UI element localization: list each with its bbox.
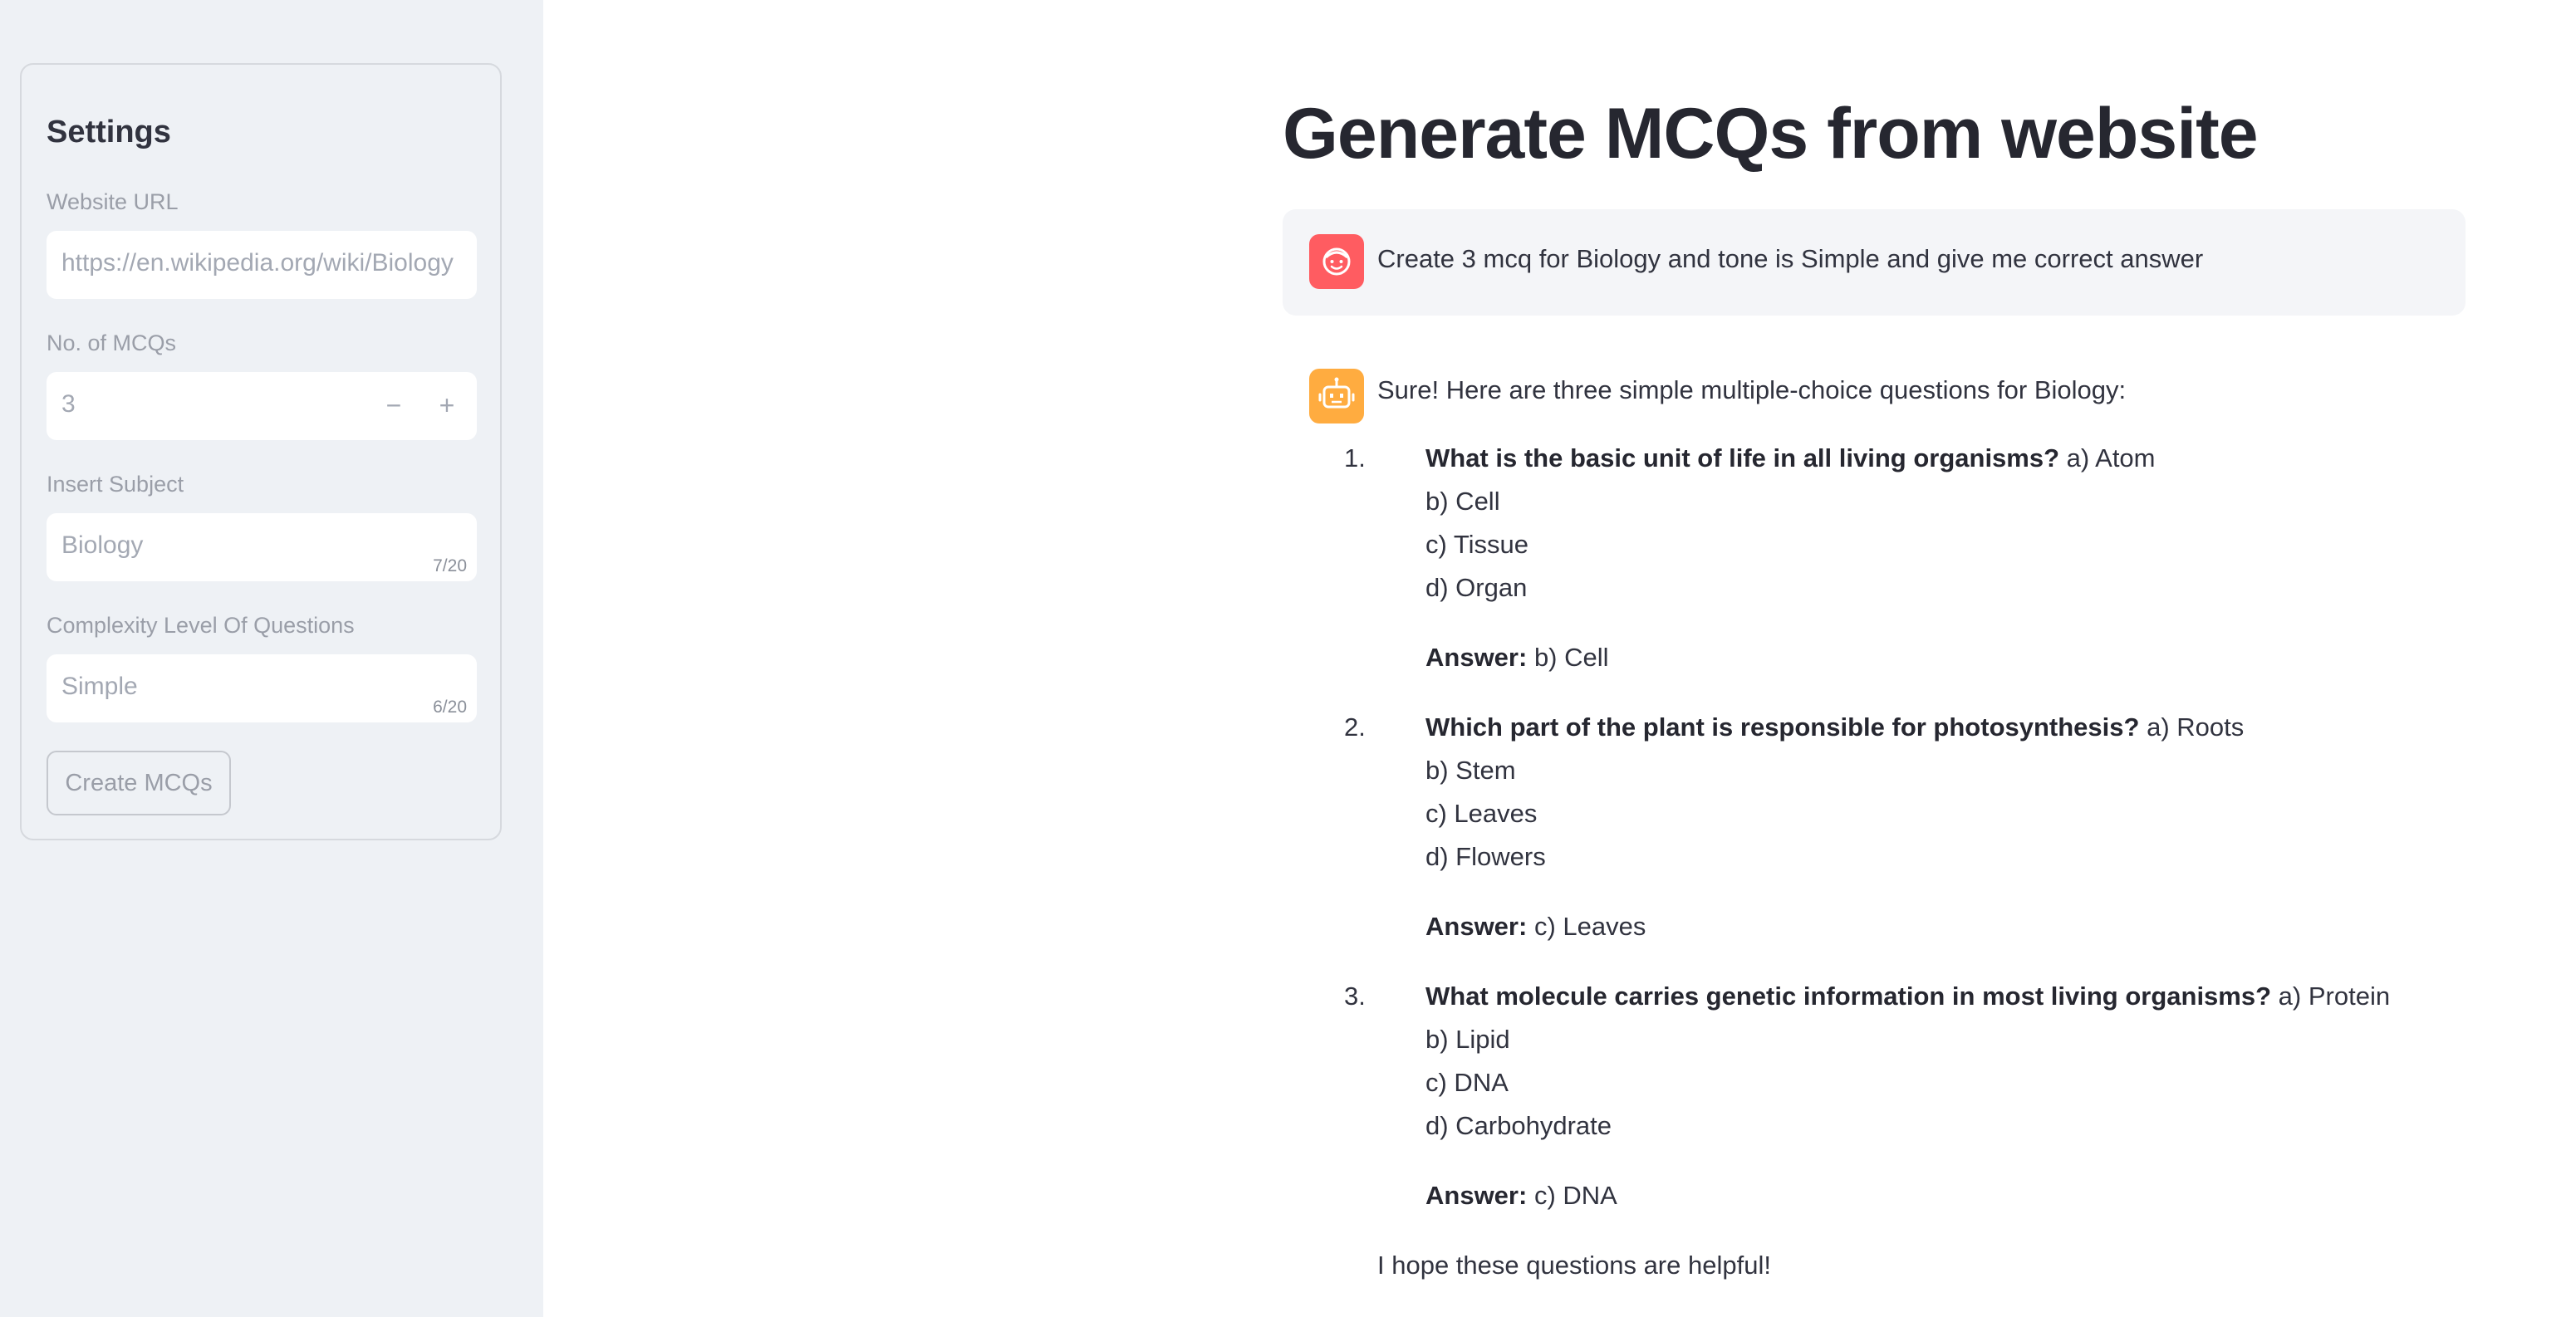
website-url-label: Website URL — [47, 189, 179, 214]
page-title: Generate MCQs from website — [1283, 94, 2259, 174]
user-avatar-icon — [1309, 234, 1364, 289]
question-number: 2. — [1344, 712, 1366, 742]
question-text: What molecule carries genetic informatio… — [1425, 982, 2272, 1011]
option-a: a) Roots — [2147, 712, 2245, 742]
complexity-char-counter: 6/20 — [433, 698, 467, 717]
option-d: d) Flowers — [1425, 842, 1546, 871]
question-text: What is the basic unit of life in all li… — [1425, 443, 2060, 472]
user-message-text: Create 3 mcq for Biology and tone is Sim… — [1377, 244, 2204, 273]
question-number: 1. — [1344, 443, 1366, 472]
settings-title: Settings — [47, 115, 171, 149]
question-line: What molecule carries genetic informatio… — [1425, 982, 2390, 1011]
subject-value: Biology — [61, 531, 144, 559]
answer-line: Answer: c) DNA — [1425, 1181, 1617, 1211]
bot-avatar-icon — [1309, 369, 1364, 423]
option-b: b) Cell — [1425, 487, 1500, 516]
complexity-input[interactable]: Simple 6/20 — [47, 654, 477, 722]
answer-line: Answer: c) Leaves — [1425, 912, 1646, 942]
website-url-input[interactable]: https://en.wikipedia.org/wiki/Biology — [47, 231, 477, 299]
subject-label: Insert Subject — [47, 472, 184, 497]
complexity-label: Complexity Level Of Questions — [47, 613, 355, 638]
create-mcqs-button[interactable]: Create MCQs — [47, 751, 231, 815]
complexity-value: Simple — [61, 673, 138, 700]
increment-button[interactable]: + — [430, 387, 464, 423]
bot-closing-text: I hope these questions are helpful! — [1377, 1251, 1771, 1280]
option-a: a) Protein — [2278, 982, 2391, 1011]
question-line: What is the basic unit of life in all li… — [1425, 443, 2156, 473]
answer-value: c) Leaves — [1533, 912, 1646, 941]
option-c: c) Tissue — [1425, 530, 1529, 559]
mcq-count-stepper[interactable]: 3 − + — [47, 372, 477, 440]
bot-intro-text: Sure! Here are three simple multiple-cho… — [1377, 375, 2127, 404]
website-url-value: https://en.wikipedia.org/wiki/Biology — [61, 249, 454, 277]
option-c: c) DNA — [1425, 1068, 1509, 1097]
option-b: b) Stem — [1425, 756, 1516, 785]
mcq-count-value: 3 — [61, 390, 76, 418]
answer-value: c) DNA — [1533, 1181, 1617, 1210]
main-content: Generate MCQs from website Create 3 mcq … — [543, 0, 2576, 1317]
subject-char-counter: 7/20 — [433, 556, 467, 575]
answer-label: Answer: — [1425, 1181, 1528, 1210]
answer-line: Answer: b) Cell — [1425, 643, 1609, 673]
answer-label: Answer: — [1425, 912, 1528, 941]
answer-value: b) Cell — [1533, 643, 1609, 672]
question-text: Which part of the plant is responsible f… — [1425, 712, 2140, 742]
user-chat-message: Create 3 mcq for Biology and tone is Sim… — [1283, 209, 2466, 316]
subject-input[interactable]: Biology 7/20 — [47, 513, 477, 581]
option-a: a) Atom — [2066, 443, 2156, 472]
option-d: d) Carbohydrate — [1425, 1111, 1612, 1140]
option-c: c) Leaves — [1425, 799, 1538, 828]
option-d: d) Organ — [1425, 573, 1528, 602]
sidebar: Settings Website URL https://en.wikipedi… — [0, 0, 543, 1317]
decrement-button[interactable]: − — [377, 387, 410, 423]
answer-label: Answer: — [1425, 643, 1528, 672]
question-number: 3. — [1344, 982, 1366, 1011]
option-b: b) Lipid — [1425, 1025, 1510, 1054]
assistant-chat-message: Sure! Here are three simple multiple-cho… — [1283, 365, 2466, 1295]
question-line: Which part of the plant is responsible f… — [1425, 712, 2244, 742]
settings-form: Settings Website URL https://en.wikipedi… — [20, 63, 502, 840]
mcq-count-label: No. of MCQs — [47, 330, 177, 355]
